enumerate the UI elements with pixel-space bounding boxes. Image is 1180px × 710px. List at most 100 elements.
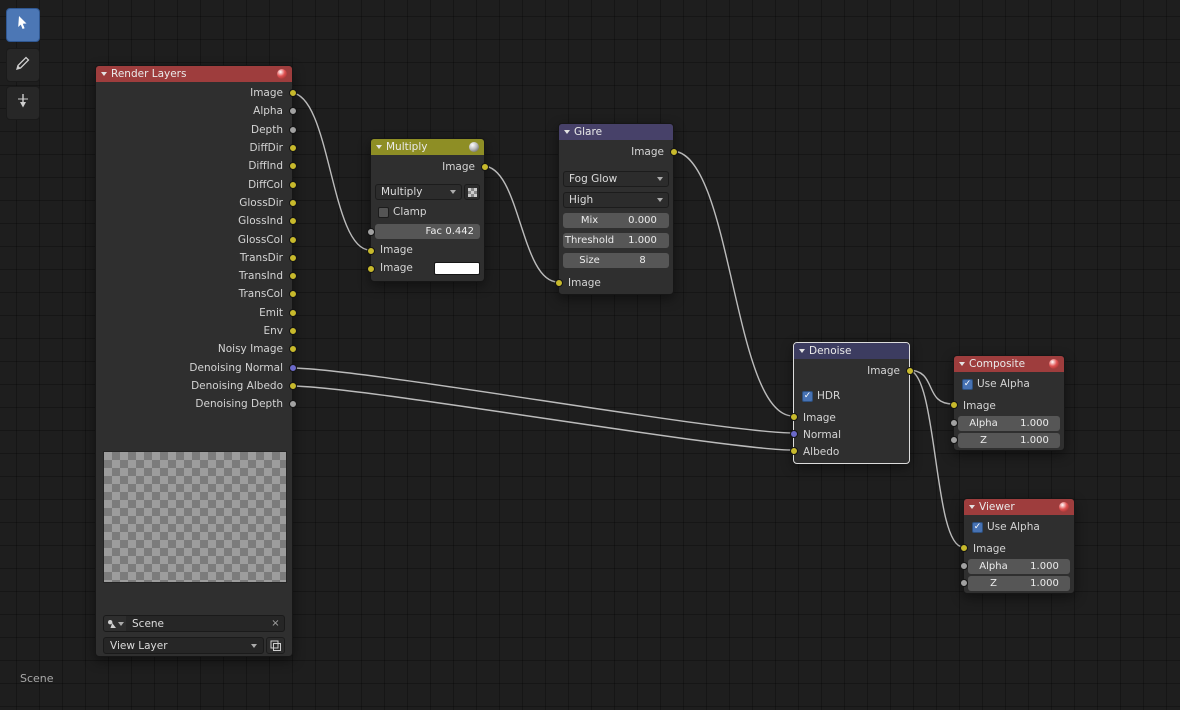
alpha-input-socket[interactable]: [959, 562, 968, 570]
glare-type-dropdown[interactable]: Fog Glow: [563, 171, 669, 187]
z-input-socket[interactable]: [949, 436, 958, 444]
image-input-socket[interactable]: [959, 544, 968, 552]
output-socket[interactable]: [288, 272, 297, 281]
clamp-checkbox[interactable]: [378, 206, 389, 218]
multiply-header[interactable]: Multiply: [371, 139, 484, 155]
scene-selector[interactable]: Scene ×: [103, 615, 285, 632]
socket-label: Image: [631, 146, 664, 158]
image-input-socket[interactable]: [554, 279, 563, 287]
glare-header[interactable]: Glare: [559, 124, 673, 140]
node-multiply[interactable]: Multiply Image Multiply Clamp Fac 0.442 …: [366, 138, 489, 282]
size-field[interactable]: Size 8: [563, 253, 669, 268]
render-layers-header[interactable]: Render Layers: [96, 66, 292, 82]
scene-name-field[interactable]: Scene: [126, 616, 267, 631]
image-input-socket[interactable]: [789, 413, 798, 421]
use-alpha-row: ✓ Use Alpha: [954, 376, 1064, 392]
quality-value: High: [569, 194, 594, 206]
links-cut-tool-button[interactable]: [6, 86, 40, 120]
denoise-header[interactable]: Denoise: [794, 343, 909, 359]
socket-label: Albedo: [803, 445, 840, 458]
tweak-tool-icon: [15, 15, 31, 35]
output-socket[interactable]: [288, 162, 297, 171]
collapse-arrow-icon[interactable]: [969, 505, 975, 509]
output-socket[interactable]: [288, 89, 297, 98]
tweak-tool-button[interactable]: [6, 8, 40, 42]
fac-slider[interactable]: Fac 0.442: [375, 224, 480, 239]
node-denoise[interactable]: Denoise Image ✓ HDR Image Normal Albedo: [789, 342, 914, 464]
node-composite[interactable]: Composite ✓ Use Alpha Image Alpha 1.000 …: [949, 355, 1065, 451]
albedo-input-socket[interactable]: [789, 447, 798, 455]
fac-input-socket[interactable]: [366, 228, 375, 236]
field-label: Alpha: [979, 561, 1008, 572]
node-link: [482, 165, 559, 283]
image-swatch-button[interactable]: [464, 184, 480, 200]
output-socket[interactable]: [288, 125, 297, 134]
output-socket[interactable]: [288, 253, 297, 262]
mix-field[interactable]: Mix 0.000: [563, 213, 669, 228]
close-icon[interactable]: ×: [267, 616, 284, 631]
input-row: Image: [954, 397, 1064, 414]
collapse-arrow-icon[interactable]: [376, 145, 382, 149]
field-label: Z: [980, 435, 987, 446]
output-socket[interactable]: [288, 327, 297, 335]
image-input-socket[interactable]: [949, 401, 958, 409]
use-alpha-checkbox[interactable]: ✓: [962, 378, 973, 390]
collapse-arrow-icon[interactable]: [959, 362, 965, 366]
image2-input-socket[interactable]: [366, 265, 375, 273]
quality-dropdown[interactable]: High: [563, 192, 669, 208]
output-socket[interactable]: [288, 290, 297, 299]
view-layer-image-button[interactable]: [266, 637, 285, 654]
node-title: Denoise: [809, 345, 852, 357]
normal-input-socket[interactable]: [789, 430, 798, 438]
output-socket[interactable]: [288, 308, 297, 317]
z-field[interactable]: Z 1.000: [958, 433, 1060, 448]
check-icon: ✓: [973, 521, 982, 532]
collapse-arrow-icon[interactable]: [101, 72, 107, 76]
threshold-field[interactable]: Threshold 1.000: [563, 233, 669, 248]
scene-browse-button[interactable]: [104, 616, 126, 631]
output-socket[interactable]: [288, 144, 297, 153]
z-input-socket[interactable]: [959, 579, 968, 587]
output-socket[interactable]: [288, 198, 297, 207]
composite-header[interactable]: Composite: [954, 356, 1064, 372]
render-layers-output-row: DiffCol: [96, 175, 297, 193]
alpha-field[interactable]: Alpha 1.000: [968, 559, 1070, 574]
color-swatch[interactable]: [434, 261, 480, 275]
node-glare[interactable]: Glare Image Fog Glow High Mix 0.000 Thre…: [554, 123, 678, 295]
node-render-layers[interactable]: Render Layers Image Alpha Depth DiffDir Diff…: [95, 65, 297, 657]
output-socket[interactable]: [480, 163, 489, 171]
output-socket[interactable]: [905, 367, 914, 375]
output-socket[interactable]: [669, 148, 678, 156]
alpha-field[interactable]: Alpha 1.000: [958, 416, 1060, 431]
compositor-node-editor[interactable]: Render Layers Image Alpha Depth DiffDir Diff…: [0, 0, 1180, 710]
image-input-socket[interactable]: [366, 247, 375, 255]
node-viewer[interactable]: Viewer ✓ Use Alpha Image Alpha 1.000 Z 1…: [959, 498, 1075, 594]
render-result-icon: [1049, 359, 1059, 369]
use-alpha-checkbox[interactable]: ✓: [972, 521, 983, 533]
output-socket[interactable]: [288, 345, 297, 354]
collapse-arrow-icon[interactable]: [564, 130, 570, 134]
annotate-tool-button[interactable]: [6, 48, 40, 82]
blend-mode-dropdown[interactable]: Multiply: [375, 184, 462, 200]
output-socket[interactable]: [288, 400, 297, 409]
render-layers-output-row: Image: [96, 84, 297, 102]
socket-label: GlossCol: [237, 233, 283, 246]
check-icon: ✓: [963, 378, 972, 389]
output-socket[interactable]: [288, 235, 297, 244]
clamp-label: Clamp: [393, 206, 427, 218]
viewer-header[interactable]: Viewer: [964, 499, 1074, 515]
output-socket[interactable]: [288, 381, 297, 390]
view-layer-dropdown[interactable]: View Layer: [103, 637, 264, 654]
alpha-input-socket[interactable]: [949, 419, 958, 427]
z-field[interactable]: Z 1.000: [968, 576, 1070, 591]
output-socket[interactable]: [288, 363, 297, 372]
collapse-arrow-icon[interactable]: [799, 349, 805, 353]
output-socket[interactable]: [288, 180, 297, 189]
socket-label: Image: [803, 411, 836, 424]
render-result-icon: [277, 69, 287, 79]
input-row: Image: [371, 259, 484, 277]
hdr-checkbox[interactable]: ✓: [802, 390, 813, 402]
output-socket[interactable]: [288, 217, 297, 226]
output-socket[interactable]: [288, 107, 297, 116]
fac-label: Fac: [425, 226, 442, 237]
